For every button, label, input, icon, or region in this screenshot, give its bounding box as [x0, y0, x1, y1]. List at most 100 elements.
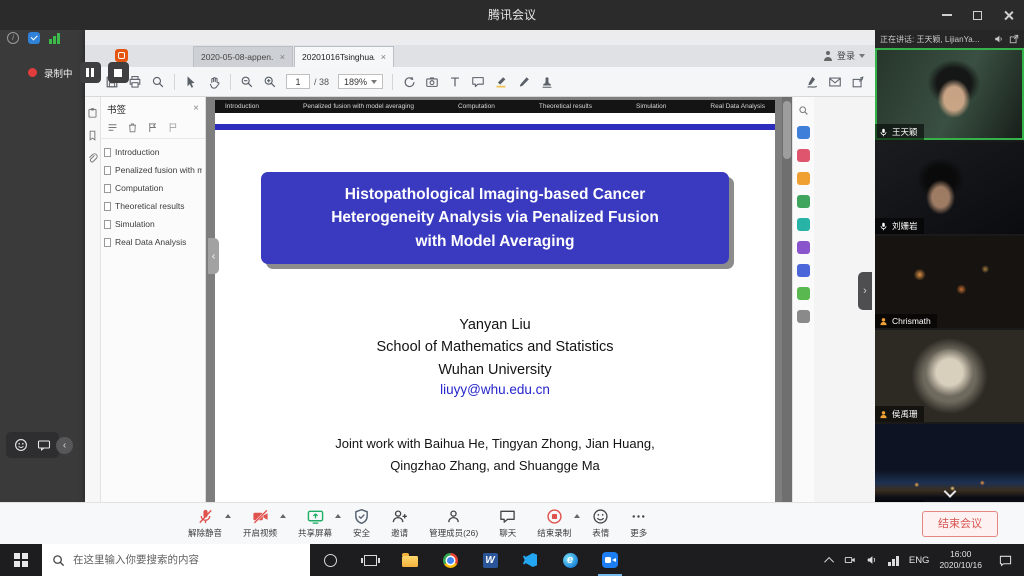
zoom-in-icon[interactable]	[263, 75, 277, 89]
signature-icon[interactable]	[805, 75, 819, 89]
edit-pen-tool-icon[interactable]	[797, 241, 810, 254]
mail-icon[interactable]	[828, 75, 842, 89]
chat-widget-icon[interactable]	[37, 438, 51, 452]
search-panel-icon[interactable]	[798, 105, 809, 116]
end-meeting-button[interactable]: 结束会议	[922, 511, 998, 537]
expand-list-icon[interactable]	[107, 122, 118, 133]
zoom-level-select[interactable]: 189%	[338, 74, 383, 89]
hand-tool-icon[interactable]	[207, 75, 221, 89]
chat-button[interactable]: 聊天	[499, 507, 516, 539]
pen-icon[interactable]	[517, 75, 531, 89]
emoji-button[interactable]: 表情	[592, 507, 609, 539]
highlight-tool-icon[interactable]	[797, 172, 810, 185]
tray-camera-icon[interactable]	[844, 554, 856, 566]
expand-caret-icon[interactable]	[574, 514, 580, 518]
tencent-meeting-button[interactable]	[590, 544, 630, 576]
share-icon[interactable]	[851, 75, 865, 89]
attachment-icon[interactable]	[87, 153, 98, 164]
invite-button[interactable]: 邀请	[391, 507, 408, 539]
settings-tool-icon[interactable]	[797, 310, 810, 323]
speaker-icon[interactable]	[994, 34, 1004, 44]
select-tool-icon[interactable]	[184, 75, 198, 89]
minimize-button[interactable]	[931, 0, 962, 30]
manage-members-button[interactable]: 管理成员(26)	[429, 507, 478, 539]
page-number-input[interactable]	[286, 74, 310, 89]
rotate-icon[interactable]	[402, 75, 416, 89]
pause-recording-button[interactable]	[80, 62, 101, 83]
file-explorer-button[interactable]	[390, 544, 430, 576]
meeting-health-icon[interactable]	[28, 32, 40, 44]
bookmark-item[interactable]: Real Data Analysis	[104, 237, 202, 247]
close-panel-icon[interactable]: ×	[193, 104, 199, 114]
print-icon[interactable]	[128, 75, 142, 89]
clipboard-icon[interactable]	[87, 107, 98, 118]
close-button[interactable]	[993, 0, 1024, 30]
bookmark-item[interactable]: Introduction	[104, 147, 202, 157]
volume-icon[interactable]	[866, 554, 878, 566]
text-select-icon[interactable]	[448, 75, 462, 89]
emoji-widget-icon[interactable]	[14, 438, 28, 452]
taskbar-search-input[interactable]	[73, 554, 300, 566]
login-button[interactable]: 登录	[823, 49, 865, 62]
network-signal-icon[interactable]	[49, 32, 60, 44]
action-center-button[interactable]	[992, 554, 1018, 567]
delete-icon[interactable]	[127, 122, 138, 133]
flag-outline-icon[interactable]	[167, 122, 178, 133]
participant-video-tile[interactable]: 刘姗岩	[875, 142, 1024, 234]
stamp-icon[interactable]	[540, 75, 554, 89]
search-icon[interactable]	[151, 75, 165, 89]
bookmark-item[interactable]: Simulation	[104, 219, 202, 229]
expand-caret-icon[interactable]	[225, 514, 231, 518]
widget-collapse-handle[interactable]: ‹	[56, 437, 73, 454]
bookmark-item[interactable]: Theoretical results	[104, 201, 202, 211]
bookmarks-collapse-handle[interactable]: ‹	[208, 238, 219, 274]
chrome-button[interactable]	[430, 544, 470, 576]
bookmark-panel-icon[interactable]	[87, 130, 98, 141]
stop-recording-button[interactable]: 结束录制	[537, 507, 571, 539]
measure-tool-icon[interactable]	[797, 218, 810, 231]
form-tool-icon[interactable]	[797, 264, 810, 277]
popout-icon[interactable]	[1009, 34, 1019, 44]
start-button[interactable]	[0, 544, 42, 576]
zoom-out-icon[interactable]	[240, 75, 254, 89]
word-button[interactable]	[470, 544, 510, 576]
thumbnail-panel-icon[interactable]	[797, 126, 810, 139]
info-icon[interactable]	[7, 32, 19, 44]
start-video-button[interactable]: 开启视频	[243, 507, 277, 539]
tab-close-icon[interactable]: ×	[280, 53, 285, 62]
pdf-document-tab[interactable]: 2020-05-08-appen... ×	[193, 46, 293, 67]
participant-video-tile[interactable]: 王天颖	[875, 48, 1024, 140]
share-screen-button[interactable]: 共享屏幕	[298, 507, 332, 539]
pdf-app-icon[interactable]	[115, 49, 128, 62]
taskbar-search[interactable]	[42, 544, 310, 576]
taskbar-clock[interactable]: 16:00 2020/10/16	[939, 549, 982, 572]
more-button[interactable]: 更多	[630, 507, 647, 539]
expand-caret-icon[interactable]	[335, 514, 341, 518]
flag-icon[interactable]	[147, 122, 158, 133]
comment-panel-icon[interactable]	[797, 287, 810, 300]
stop-recording-button-small[interactable]	[108, 62, 129, 83]
network-icon[interactable]	[888, 555, 899, 566]
highlight-icon[interactable]	[494, 75, 508, 89]
expand-caret-icon[interactable]	[280, 514, 286, 518]
tab-close-icon[interactable]: ×	[381, 53, 386, 62]
comment-icon[interactable]	[471, 75, 485, 89]
participant-video-tile[interactable]: 侯禹珊	[875, 330, 1024, 422]
cortana-button[interactable]	[310, 544, 350, 576]
bookmark-item[interactable]: Computation	[104, 183, 202, 193]
pdf-scrollbar-thumb[interactable]	[783, 101, 791, 159]
snapshot-icon[interactable]	[425, 75, 439, 89]
participant-video-tile[interactable]: Chrismath	[875, 236, 1024, 328]
annotation-tool-icon[interactable]	[797, 149, 810, 162]
edge-button[interactable]	[550, 544, 590, 576]
pdf-document-tab-active[interactable]: 20201016Tsinghua... ×	[294, 46, 394, 67]
language-indicator[interactable]: ENG	[909, 555, 930, 566]
vscode-button[interactable]	[510, 544, 550, 576]
security-button[interactable]: 安全	[353, 507, 370, 539]
bookmark-item[interactable]: Penalized fusion with mode	[104, 165, 202, 175]
convert-tool-icon[interactable]	[797, 195, 810, 208]
pdf-scrollbar[interactable]	[782, 97, 792, 502]
unmute-button[interactable]: 解除静音	[188, 507, 222, 539]
pdf-page-view[interactable]: Introduction Penalized fusion with model…	[206, 97, 792, 502]
maximize-button[interactable]	[962, 0, 993, 30]
